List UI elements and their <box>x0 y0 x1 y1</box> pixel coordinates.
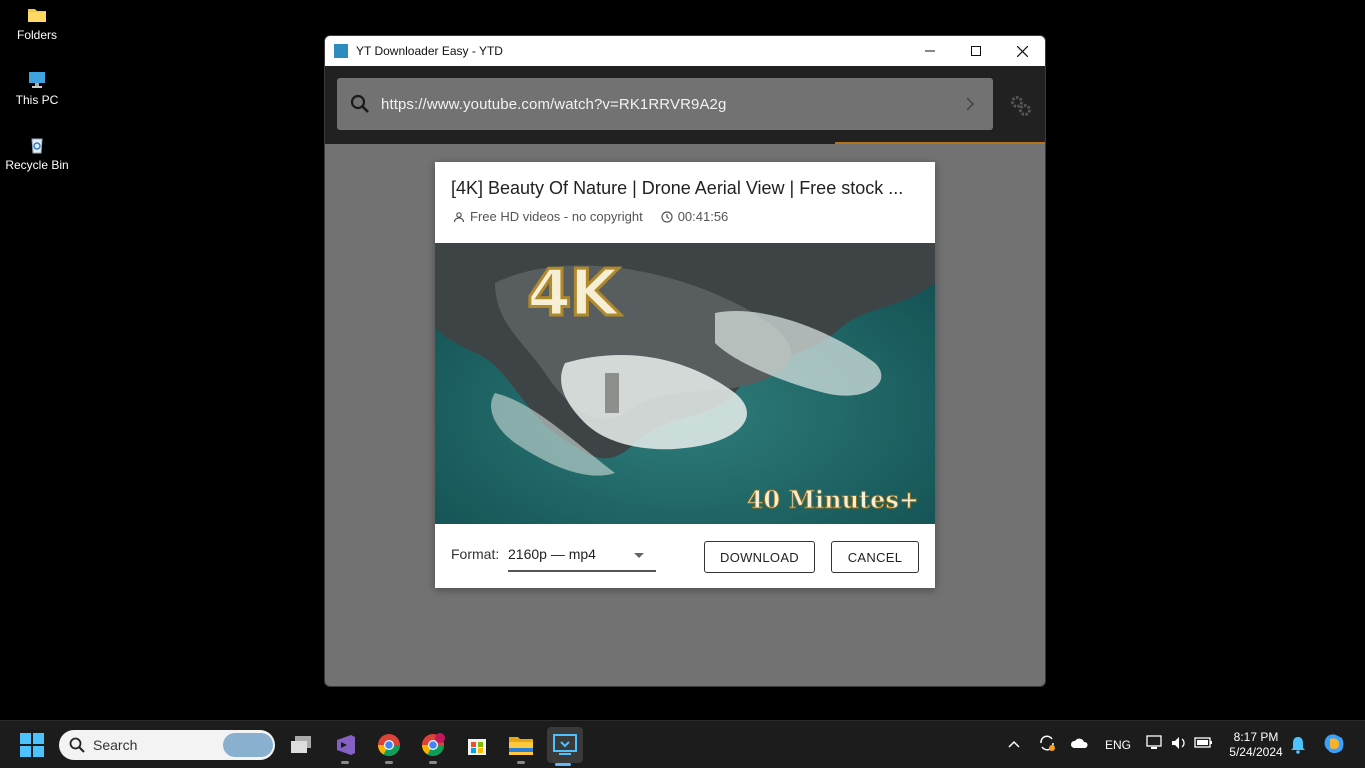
dialog-footer: Format: 2160p — mp4 DOWNLOAD CANCEL <box>435 524 935 588</box>
taskbar-search-placeholder: Search <box>93 737 138 753</box>
format-label: Format: <box>451 546 500 562</box>
video-title: [4K] Beauty Of Nature | Drone Aerial Vie… <box>451 178 904 198</box>
format-selected-value: 2160p — mp4 <box>508 546 596 562</box>
yt-downloader-icon <box>553 734 577 755</box>
taskbar-visual-studio[interactable] <box>329 729 361 764</box>
video-duration: 00:41:56 <box>677 209 729 224</box>
folder-icon <box>509 737 533 755</box>
onedrive-cloud-icon[interactable] <box>1070 737 1088 749</box>
desktop-icon-this-pc[interactable]: This PC <box>4 71 70 107</box>
desktop-icon-label: This PC <box>15 93 59 107</box>
battery-icon[interactable] <box>1194 736 1214 750</box>
clock-time: 8:17 PM <box>1233 730 1279 744</box>
taskbar-store[interactable] <box>461 729 493 761</box>
progress-indicator <box>835 142 1045 144</box>
taskbar-file-explorer[interactable] <box>505 729 537 764</box>
desktop-icon-folders[interactable]: Folders <box>4 6 70 42</box>
task-view-icon <box>291 736 311 753</box>
thumbnail-image <box>435 243 935 524</box>
running-indicator <box>341 761 349 764</box>
window-title: YT Downloader Easy - YTD <box>356 44 503 58</box>
title-bar[interactable]: YT Downloader Easy - YTD <box>325 36 1045 66</box>
taskbar-chrome[interactable] <box>373 729 405 764</box>
thumbnail-caption: 40 Minutes+ <box>746 485 919 515</box>
notification-bell-icon[interactable] <box>1290 736 1306 754</box>
app-window: YT Downloader Easy - YTD https://www.you… <box>324 35 1046 687</box>
copilot-icon[interactable] <box>1322 732 1346 756</box>
search-icon <box>350 94 369 113</box>
running-indicator <box>555 763 571 766</box>
network-icon[interactable] <box>1146 735 1164 751</box>
url-input[interactable]: https://www.youtube.com/watch?v=RK1RRVR9… <box>381 96 955 113</box>
folder-icon <box>28 9 46 22</box>
search-highlight-icon <box>223 733 273 757</box>
taskbar-clock[interactable]: 8:17 PM 5/24/2024 <box>1226 730 1286 760</box>
thumbnail-4k-badge: 4K <box>525 256 620 333</box>
cancel-button[interactable]: CANCEL <box>831 541 919 573</box>
search-icon <box>69 737 85 753</box>
close-button[interactable] <box>999 36 1045 66</box>
maximize-icon <box>971 46 981 56</box>
taskbar: Search ENG 8:17 PM 5/24/2024 <box>0 720 1365 768</box>
running-indicator <box>429 761 437 764</box>
channel-name: Free HD videos - no copyright <box>470 209 643 224</box>
desktop-icon-label: Recycle Bin <box>5 158 69 172</box>
chevron-right-icon <box>966 97 975 111</box>
minimize-button[interactable] <box>907 36 953 66</box>
clock-date: 5/24/2024 <box>1229 745 1283 759</box>
taskbar-yt-downloader[interactable] <box>547 727 583 766</box>
app-logo-icon <box>334 44 348 58</box>
running-indicator <box>385 761 393 764</box>
chrome-profile-icon <box>422 733 445 756</box>
video-dialog: [4K] Beauty Of Nature | Drone Aerial Vie… <box>435 162 935 588</box>
video-thumbnail: 4K 40 Minutes+ <box>435 243 935 524</box>
store-icon <box>468 739 486 755</box>
chevron-up-icon[interactable] <box>1008 739 1020 749</box>
language-indicator[interactable]: ENG <box>1105 738 1131 752</box>
minimize-icon <box>925 50 935 52</box>
go-button[interactable] <box>955 89 985 119</box>
monitor-icon <box>29 72 45 88</box>
clock-icon <box>661 210 673 223</box>
url-toolbar: https://www.youtube.com/watch?v=RK1RRVR9… <box>325 66 1045 144</box>
desktop-icon-label: Folders <box>16 28 57 42</box>
taskbar-search[interactable]: Search <box>59 730 275 760</box>
video-meta: Free HD videos - no copyright 00:41:56 <box>453 209 728 224</box>
windows-start-icon[interactable] <box>20 733 44 757</box>
sync-icon[interactable] <box>1038 734 1056 752</box>
recycle-bin-icon <box>31 138 43 154</box>
visual-studio-icon <box>337 735 355 755</box>
running-indicator <box>517 761 525 764</box>
url-input-box[interactable]: https://www.youtube.com/watch?v=RK1RRVR9… <box>337 78 993 130</box>
settings-gear-icon[interactable] <box>1009 94 1033 118</box>
volume-icon[interactable] <box>1170 735 1188 751</box>
format-select[interactable]: 2160p — mp4 <box>508 540 656 572</box>
download-button[interactable]: DOWNLOAD <box>704 541 815 573</box>
taskbar-task-view[interactable] <box>285 729 317 761</box>
chrome-icon <box>378 734 400 756</box>
close-icon <box>1016 45 1028 57</box>
user-icon <box>453 211 465 222</box>
taskbar-chrome-profile[interactable] <box>417 729 449 764</box>
caret-down-icon <box>634 553 644 558</box>
desktop-icon-recycle-bin[interactable]: Recycle Bin <box>4 136 70 172</box>
maximize-button[interactable] <box>953 36 999 66</box>
